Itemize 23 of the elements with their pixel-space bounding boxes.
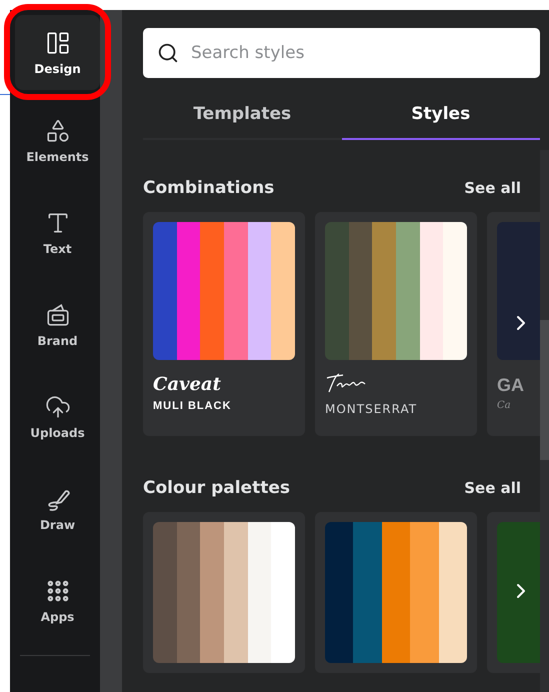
section-title: Colour palettes (143, 478, 290, 498)
font-name: Ca (497, 400, 512, 411)
see-all-link[interactable]: See all (464, 479, 521, 497)
font-name: MONTSERRAT (325, 402, 418, 416)
search-input[interactable]: Search styles (189, 42, 493, 64)
see-all-link[interactable]: See all (464, 179, 521, 197)
tab[interactable]: Templates (143, 90, 342, 140)
font-name: Caveat (153, 374, 222, 396)
sidebar-item[interactable]: Apps (15, 555, 100, 647)
font-name: MULI BLACK (153, 400, 232, 412)
section-title: Combinations (143, 178, 274, 198)
font-name: GA (497, 374, 525, 396)
style-card[interactable]: Caveat MULI BLACK (143, 212, 305, 436)
sidebar-item[interactable]: Draw (15, 463, 100, 555)
sidebar-item[interactable]: Text (15, 187, 100, 279)
style-card[interactable]: GA Ca (487, 212, 540, 436)
sidebar-item[interactable]: Brand (15, 279, 100, 371)
sidebar-item[interactable]: Elements (15, 95, 100, 187)
tab[interactable]: Styles (342, 90, 540, 140)
sidebar-item[interactable]: Uploads (15, 371, 100, 463)
search-field[interactable]: Search styles (143, 28, 540, 78)
sidebar-item[interactable]: Design (15, 15, 100, 90)
style-card[interactable]: MONTSERRAT (315, 212, 477, 436)
